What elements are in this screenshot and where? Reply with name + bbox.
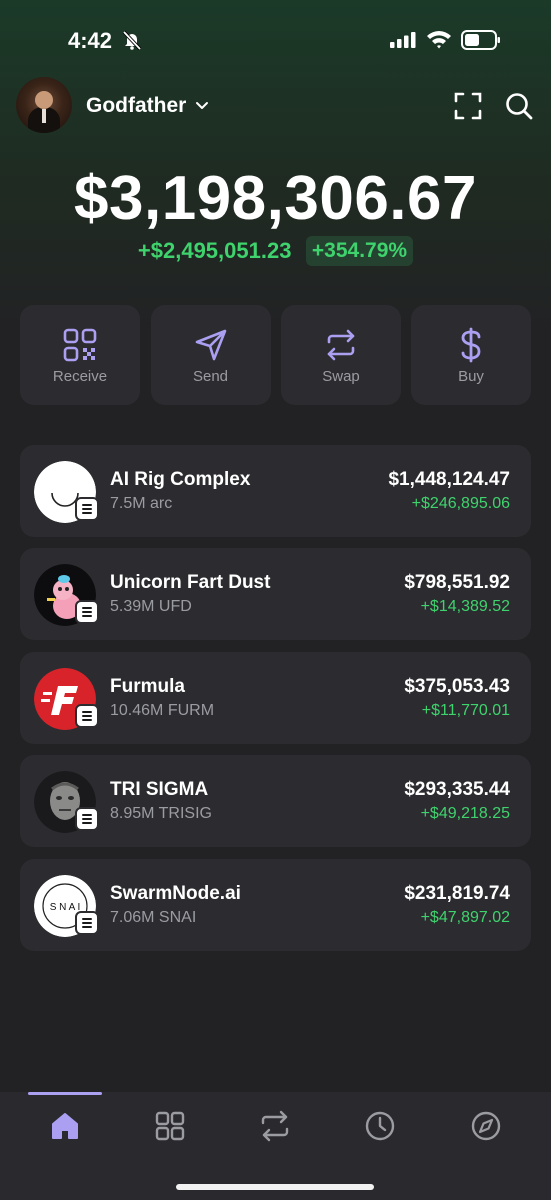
action-buttons: Receive Send Swap Buy [20,305,531,405]
token-value: $231,819.74 [404,883,510,904]
active-tab-indicator [28,1092,102,1095]
token-value: $798,551.92 [404,572,510,593]
token-gain: +$47,897.02 [420,909,510,926]
solana-badge-icon [75,911,99,935]
explore-compass-icon[interactable] [469,1109,503,1143]
receive-button[interactable]: Receive [20,305,140,405]
home-indicator [176,1184,374,1190]
swap-button[interactable]: Swap [281,305,401,405]
token-row[interactable]: Furmula 10.46M FURM $375,053.43 +$11,770… [20,652,531,744]
scan-icon[interactable] [454,92,482,120]
token-row[interactable]: S N A I SwarmNode.ai 7.06M SNAI $231,819… [20,859,531,951]
balance-change-row: +$2,495,051.23 +354.79% [0,236,551,266]
wallet-header: Godfather [16,77,535,133]
status-time: 4:42 [68,28,113,53]
swap-icon [327,329,355,361]
avatar[interactable] [16,77,72,133]
token-gain: +$49,218.25 [420,805,510,822]
token-value: $1,448,124.47 [388,469,510,490]
token-row[interactable]: TRI SIGMA 8.95M TRISIG $293,335.44 +$49,… [20,755,531,847]
token-amount: 7.5M arc [110,495,173,512]
status-bar: 4:42 [0,0,551,80]
bell-off-icon [122,30,142,50]
balance-change-percent-badge: +354.79% [305,236,414,266]
home-icon[interactable] [48,1109,82,1143]
svg-text:S N A I: S N A I [50,902,81,913]
token-name: TRI SIGMA [110,779,209,800]
buy-button[interactable]: Buy [411,305,531,405]
search-icon[interactable] [504,91,534,121]
solana-badge-icon [75,704,99,728]
chevron-down-icon[interactable] [195,99,209,113]
token-name: SwarmNode.ai [110,883,241,904]
activity-clock-icon[interactable] [363,1109,397,1143]
total-balance: $3,198,306.67 [74,164,477,233]
solana-badge-icon [75,807,99,831]
solana-badge-icon [75,600,99,624]
token-name: Unicorn Fart Dust [110,572,271,593]
token-amount: 10.46M FURM [110,702,215,719]
receive-label: Receive [52,368,108,385]
token-value: $293,335.44 [404,779,510,800]
token-gain: +$246,895.06 [411,495,510,512]
swap-icon[interactable] [258,1109,292,1143]
collectibles-grid-icon[interactable] [153,1109,187,1143]
token-gain: +$11,770.01 [421,702,510,719]
token-row[interactable]: AI Rig Complex 7.5M arc $1,448,124.47 +$… [20,445,531,537]
swap-label: Swap [322,368,360,385]
send-label: Send [192,368,229,385]
send-icon [195,329,226,361]
token-amount: 7.06M SNAI [110,909,197,926]
send-button[interactable]: Send [150,305,271,405]
token-name: Furmula [110,676,185,697]
dollar-icon [461,327,481,363]
balance-change-amount: +$2,495,051.23 [137,238,292,263]
token-amount: 5.39M UFD [110,598,192,615]
token-value: $375,053.43 [404,676,510,697]
solana-badge-icon [75,497,99,521]
token-gain: +$14,389.52 [420,598,510,615]
qr-code-icon [63,328,97,362]
token-amount: 8.95M TRISIG [110,805,212,822]
token-name: AI Rig Complex [110,469,251,490]
buy-label: Buy [458,368,484,385]
wifi-icon [427,31,451,49]
account-name[interactable]: Godfather [86,94,186,118]
cellular-signal-icon [390,32,416,48]
token-row[interactable]: Unicorn Fart Dust 5.39M UFD $798,551.92 … [20,548,531,640]
battery-icon [461,30,500,50]
